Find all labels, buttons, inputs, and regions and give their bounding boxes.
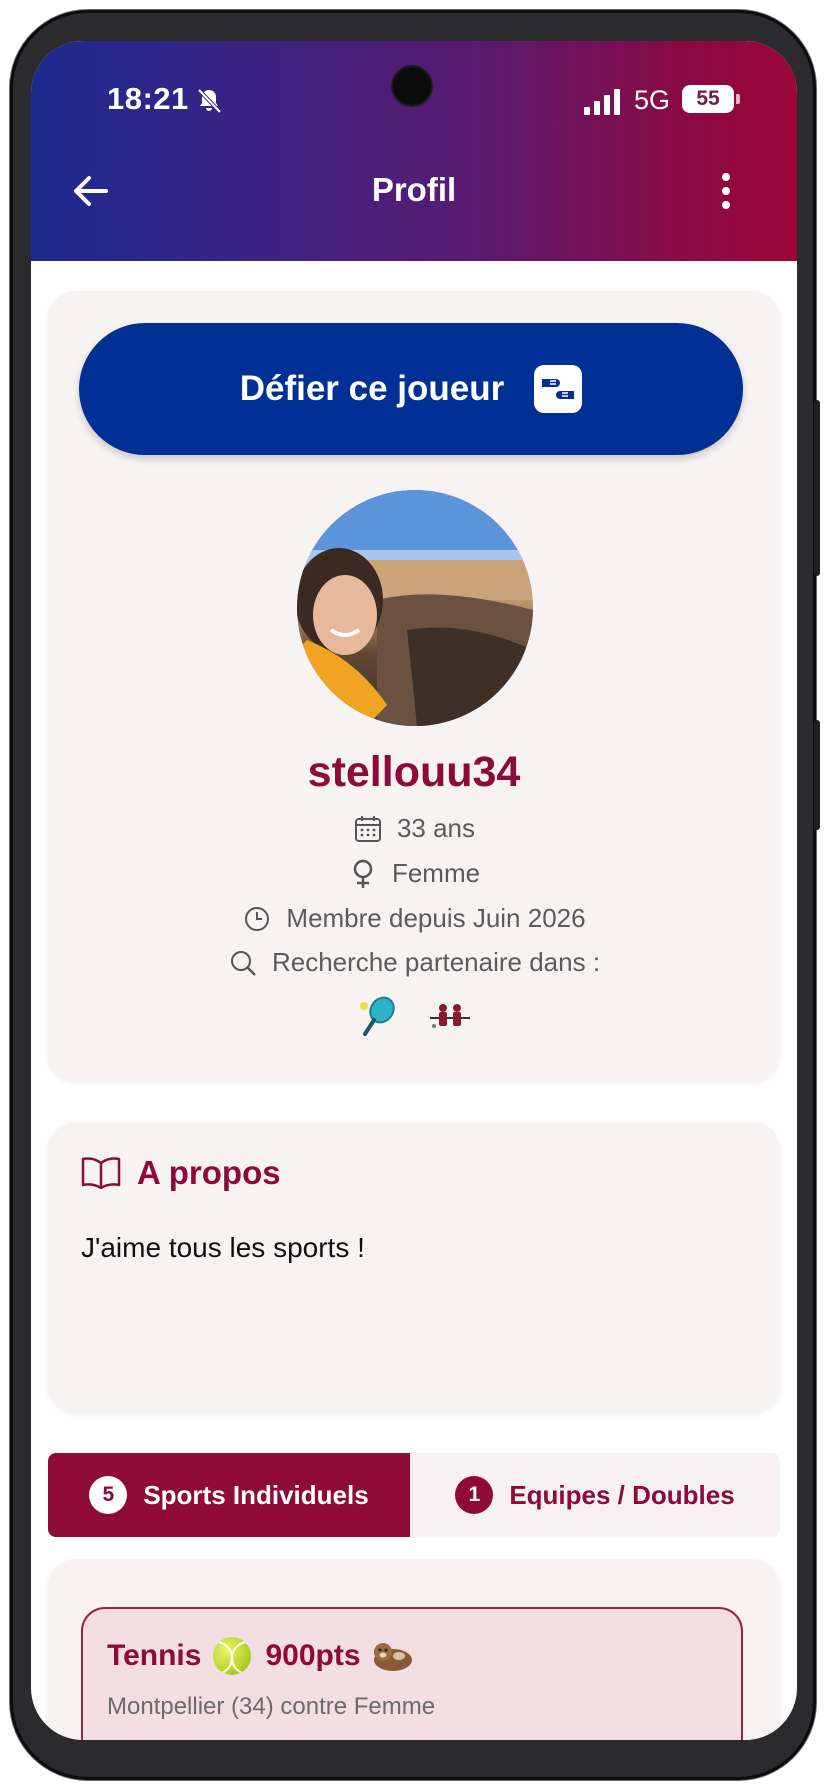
screen: 18:21 5G 55 Profil Défier ce joueur stel… bbox=[31, 41, 797, 1740]
sport-points: 900pts bbox=[265, 1639, 361, 1672]
sport-item-tennis[interactable]: Tennis 900pts Montpellier (34) contre Fe… bbox=[81, 1607, 743, 1740]
count-badge: 5 bbox=[89, 1476, 128, 1514]
page-title: Profil bbox=[371, 171, 457, 208]
otter-icon bbox=[373, 1643, 412, 1671]
search-icon bbox=[228, 948, 258, 978]
volume-button bbox=[814, 720, 820, 830]
challenge-label: Défier ce joueur bbox=[239, 369, 505, 408]
more-options-button[interactable] bbox=[711, 167, 741, 215]
network-type: 5G bbox=[634, 85, 671, 115]
age-text: 33 ans bbox=[396, 813, 476, 843]
sport-header: Tennis 900pts bbox=[107, 1637, 415, 1675]
power-button bbox=[814, 400, 820, 576]
battery-indicator: 55 bbox=[682, 85, 740, 113]
dot-icon bbox=[722, 173, 730, 181]
open-book-icon bbox=[81, 1157, 121, 1190]
about-card: A propos J'aime tous les sports ! bbox=[48, 1122, 780, 1412]
looking-for-text: Recherche partenaire dans : bbox=[271, 947, 601, 977]
signal-icon bbox=[584, 89, 620, 115]
member-since-row: Membre depuis Juin 2026 bbox=[48, 903, 780, 934]
challenge-player-button[interactable]: Défier ce joueur bbox=[79, 323, 743, 455]
count-badge: 1 bbox=[455, 1476, 494, 1514]
about-text: J'aime tous les sports ! bbox=[81, 1232, 365, 1263]
female-symbol-icon bbox=[348, 859, 378, 889]
about-title: A propos bbox=[137, 1154, 281, 1191]
tab-label: Equipes / Doubles bbox=[509, 1479, 735, 1510]
avatar bbox=[297, 490, 533, 726]
age-row: 33 ans bbox=[48, 813, 780, 844]
sports-tabs: 5 Sports Individuels 1 Equipes / Doubles bbox=[48, 1453, 780, 1537]
username: stellouu34 bbox=[307, 748, 521, 796]
calendar-icon bbox=[353, 814, 383, 844]
member-since-text: Membre depuis Juin 2026 bbox=[286, 903, 586, 933]
tab-label: Sports Individuels bbox=[143, 1479, 369, 1510]
table-football-icon[interactable] bbox=[428, 994, 472, 1038]
sports-list-card: Tennis 900pts Montpellier (34) contre Fe… bbox=[48, 1559, 780, 1740]
sport-icons-row bbox=[48, 994, 780, 1038]
about-heading: A propos bbox=[81, 1154, 281, 1192]
tab-teams-doubles[interactable]: 1 Equipes / Doubles bbox=[410, 1453, 780, 1537]
profile-card: Défier ce joueur stellouu34 33 ans Femme… bbox=[48, 291, 780, 1081]
status-time: 18:21 bbox=[107, 81, 189, 116]
sport-details: Montpellier (34) contre Femme bbox=[107, 1693, 436, 1720]
padel-racket-icon[interactable] bbox=[356, 994, 400, 1038]
app-header: 18:21 5G 55 Profil bbox=[31, 41, 797, 261]
front-camera bbox=[393, 67, 431, 105]
dot-icon bbox=[722, 201, 730, 209]
sport-name: Tennis bbox=[107, 1639, 202, 1672]
dot-icon bbox=[722, 187, 730, 195]
gender-row: Femme bbox=[48, 858, 780, 889]
clock-icon bbox=[242, 904, 272, 934]
fist-bump-icon bbox=[534, 365, 583, 413]
tennis-ball-icon bbox=[213, 1637, 252, 1675]
looking-for-row: Recherche partenaire dans : bbox=[48, 947, 780, 978]
tab-individual-sports[interactable]: 5 Sports Individuels bbox=[48, 1453, 410, 1537]
gender-text: Femme bbox=[391, 858, 481, 888]
bell-off-icon bbox=[197, 88, 222, 114]
